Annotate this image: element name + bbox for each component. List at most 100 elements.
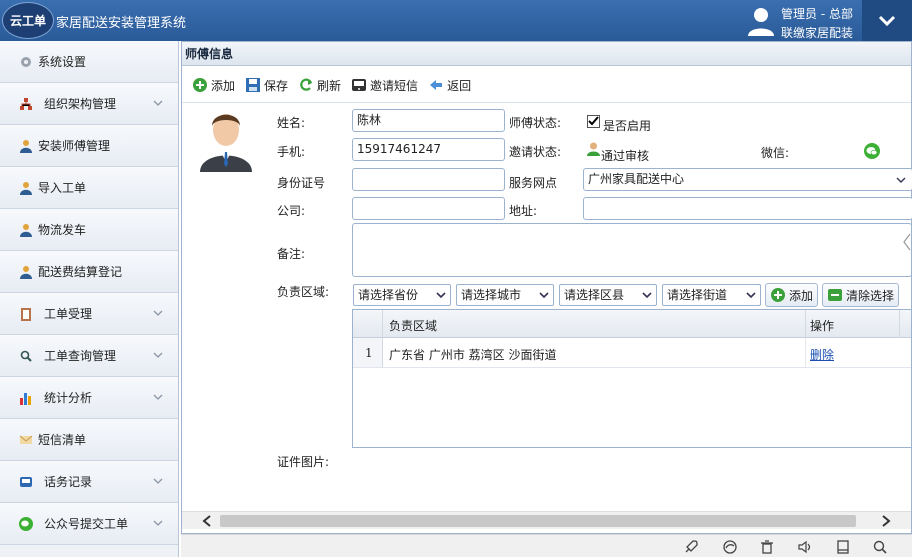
- sidebar-item[interactable]: 工单查询管理: [0, 335, 178, 377]
- region-column-header: 负责区域: [389, 319, 438, 333]
- worker-icon: [18, 264, 34, 280]
- user-org: 联缴家居配装: [781, 26, 854, 40]
- sidebar-item-label: 系统设置: [38, 55, 87, 69]
- column-divider: [899, 310, 900, 338]
- worker-icon: [18, 222, 34, 238]
- region-clear-button[interactable]: 清除选择: [822, 283, 899, 307]
- save-icon: [246, 78, 261, 92]
- sidebar-item[interactable]: 统计分析: [0, 377, 178, 419]
- row-region: 广东省 广州市 荔湾区 沙面街道: [389, 348, 557, 362]
- chevron-down-icon: [153, 352, 163, 358]
- chevron-down-icon: [746, 292, 756, 299]
- envelope-icon: [18, 432, 34, 448]
- province-select[interactable]: 请选择省份: [353, 284, 451, 306]
- sidebar-item-label: 公众号提交工单: [44, 517, 129, 531]
- app-logo: 云工单: [2, 2, 54, 39]
- plus-icon: [193, 78, 207, 92]
- sidebar-item[interactable]: 组织架构管理: [0, 83, 178, 125]
- search-icon[interactable]: [872, 539, 888, 555]
- wechat-label: 微信:: [761, 146, 790, 160]
- phone-input[interactable]: 15917461247: [352, 138, 505, 161]
- address-label: 地址:: [509, 204, 538, 218]
- chevron-down-icon: [642, 292, 652, 299]
- region-label: 负责区域:: [277, 285, 330, 299]
- add-button-label: 添加: [211, 78, 236, 93]
- back-button-label: 返回: [447, 78, 472, 93]
- sidebar-item[interactable]: 导入工单: [0, 167, 178, 209]
- add-button[interactable]: 添加: [192, 77, 235, 94]
- window-icon[interactable]: [835, 539, 851, 555]
- company-input[interactable]: [352, 197, 505, 220]
- idcard-label: 身份证号: [277, 176, 326, 190]
- chevron-down-icon: [878, 15, 896, 26]
- remark-textarea[interactable]: [352, 223, 912, 277]
- scroll-right-icon[interactable]: [881, 515, 891, 527]
- chevron-down-icon: [153, 394, 163, 400]
- save-button[interactable]: 保存: [245, 77, 288, 94]
- bar-chart-icon: [18, 390, 34, 406]
- scrollbar-thumb[interactable]: [220, 515, 856, 527]
- row-delete-link[interactable]: 删除: [810, 346, 834, 363]
- street-select[interactable]: 请选择街道: [662, 284, 761, 306]
- invite-sms-button[interactable]: 邀请短信: [351, 77, 418, 94]
- speaker-icon[interactable]: [797, 539, 813, 555]
- phone-icon: [352, 79, 367, 91]
- worker-icon: [18, 138, 34, 154]
- district-select[interactable]: 请选择区县: [559, 284, 657, 306]
- sidebar-item-label: 安装师傅管理: [38, 139, 111, 153]
- invite-status-value: 通过审核: [601, 149, 650, 163]
- approved-user-icon: [587, 142, 600, 156]
- sidebar-item-label: 话务记录: [44, 475, 93, 489]
- chevron-down-icon: [153, 310, 163, 316]
- idcard-input[interactable]: [352, 168, 505, 191]
- horizontal-scrollbar[interactable]: [182, 511, 911, 529]
- sidebar-item-label: 物流发车: [38, 223, 87, 237]
- search-icon: [18, 348, 34, 364]
- sidebar-item[interactable]: 公众号提交工单: [0, 503, 178, 545]
- table-row[interactable]: 1 广东省 广州市 荔湾区 沙面街道 删除: [353, 338, 911, 368]
- phone-label: 手机:: [277, 145, 306, 159]
- company-label: 公司:: [277, 204, 306, 218]
- wechat-icon[interactable]: [864, 143, 880, 159]
- branch-label: 服务网点: [509, 176, 558, 190]
- user-role: 管理员 - 总部: [781, 7, 853, 21]
- chevron-down-icon: [436, 292, 446, 299]
- header-menu-button[interactable]: [862, 0, 912, 41]
- scroll-left-icon[interactable]: [202, 515, 212, 527]
- sidebar-item-label: 组织架构管理: [44, 97, 117, 111]
- branch-select-value: 广州家具配送中心: [588, 172, 685, 186]
- toolbar: 添加 保存 刷新 邀请短信 返回: [182, 72, 911, 98]
- sidebar-item[interactable]: 短信清单: [0, 419, 178, 461]
- rocket-icon[interactable]: [683, 539, 699, 555]
- panel-title: 师傅信息: [182, 42, 911, 66]
- name-input[interactable]: 陈林: [352, 109, 505, 132]
- sidebar-item[interactable]: 安装师傅管理: [0, 125, 178, 167]
- trash-icon[interactable]: [759, 539, 775, 555]
- sidebar-item[interactable]: 物流发车: [0, 209, 178, 251]
- back-button[interactable]: 返回: [428, 77, 471, 94]
- app-title: 家居配送安装管理系统: [56, 16, 187, 31]
- plus-icon: [771, 288, 785, 302]
- action-column-header: 操作: [810, 319, 835, 333]
- region-clear-label: 清除选择: [846, 288, 895, 303]
- sidebar-item[interactable]: 工单受理: [0, 293, 178, 335]
- sidebar-item[interactable]: 配送费结算登记: [0, 251, 178, 293]
- enabled-checkbox[interactable]: [587, 115, 600, 128]
- sidebar-item[interactable]: 系统设置: [0, 41, 178, 83]
- sidebar-item-label: 工单受理: [44, 307, 93, 321]
- sidebar-item[interactable]: 话务记录: [0, 461, 178, 503]
- back-arrow-icon: [430, 80, 443, 90]
- refresh-button[interactable]: 刷新: [298, 77, 341, 94]
- scroll-up-icon[interactable]: [901, 232, 911, 262]
- chevron-down-icon: [539, 292, 549, 299]
- invite-sms-button-label: 邀请短信: [370, 78, 419, 93]
- user-avatar-icon: [748, 8, 774, 36]
- region-add-label: 添加: [789, 288, 814, 303]
- browser-icon[interactable]: [722, 539, 738, 555]
- city-select[interactable]: 请选择城市: [456, 284, 554, 306]
- branch-select[interactable]: 广州家具配送中心: [583, 168, 912, 191]
- region-add-button[interactable]: 添加: [765, 283, 818, 307]
- enabled-label: 是否启用: [603, 119, 652, 133]
- chevron-down-icon: [896, 177, 906, 183]
- address-input[interactable]: [583, 197, 912, 220]
